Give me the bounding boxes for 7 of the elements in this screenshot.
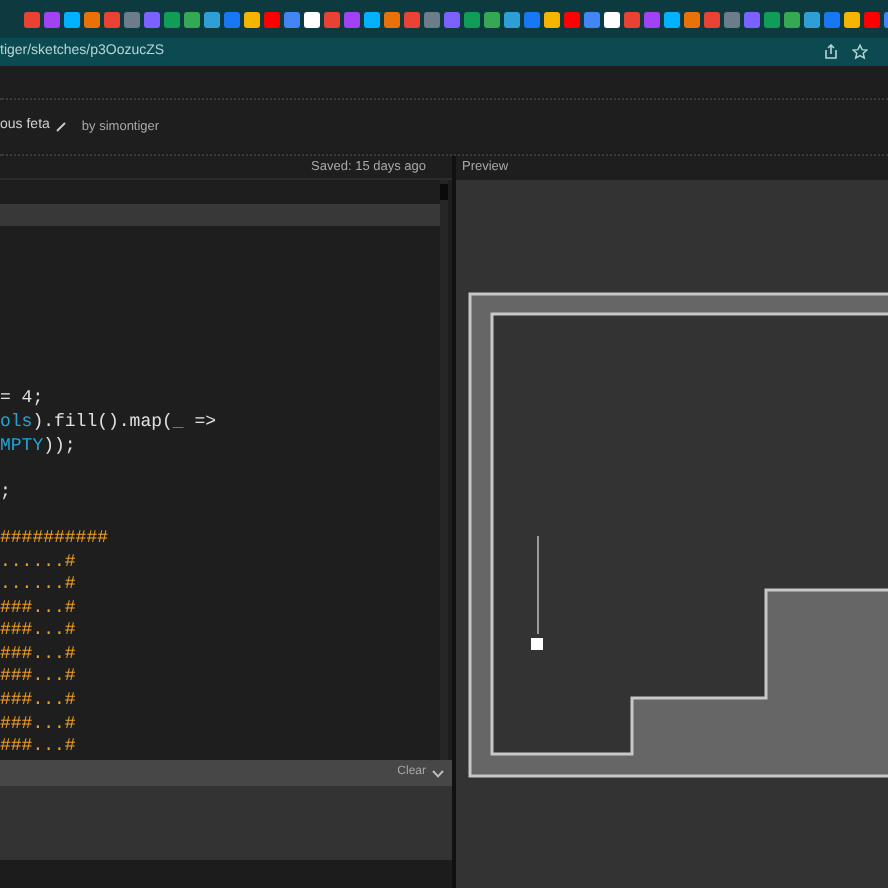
player-marker bbox=[531, 638, 543, 650]
share-icon[interactable] bbox=[824, 44, 838, 60]
trail-line bbox=[537, 535, 539, 635]
chevron-down-icon[interactable] bbox=[432, 769, 444, 777]
pencil-icon[interactable] bbox=[55, 122, 66, 132]
star-icon[interactable] bbox=[852, 44, 868, 60]
code-editor[interactable]: = 4; ols).fill().map(_ => MPTY)); ; ########## ......# ......# ###...# ###...# ###...# ###...# ###...# ###...# ###...# bbox=[0, 180, 440, 760]
